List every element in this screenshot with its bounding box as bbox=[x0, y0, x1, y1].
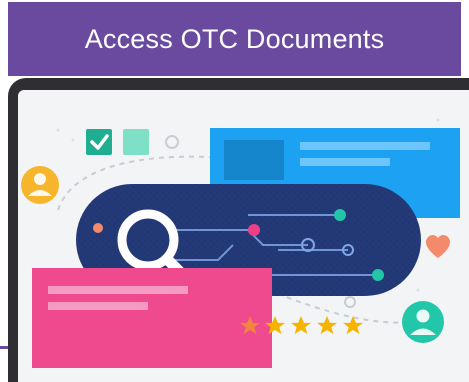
page-title-banner: Access OTC Documents bbox=[8, 2, 461, 76]
heart-icon bbox=[426, 235, 450, 258]
star-icon bbox=[343, 316, 363, 335]
pink-card bbox=[32, 268, 272, 368]
page-title: Access OTC Documents bbox=[84, 23, 385, 54]
laptop-screen bbox=[18, 90, 469, 382]
search-illustration bbox=[21, 118, 460, 368]
checkbox-empty-icon bbox=[123, 129, 149, 155]
star-icon bbox=[291, 316, 311, 335]
user-avatar-icon bbox=[21, 166, 59, 204]
user-avatar-icon bbox=[402, 301, 444, 343]
checkbox-checked-icon bbox=[86, 129, 112, 155]
star-icon bbox=[317, 316, 337, 335]
laptop-frame bbox=[8, 78, 469, 382]
